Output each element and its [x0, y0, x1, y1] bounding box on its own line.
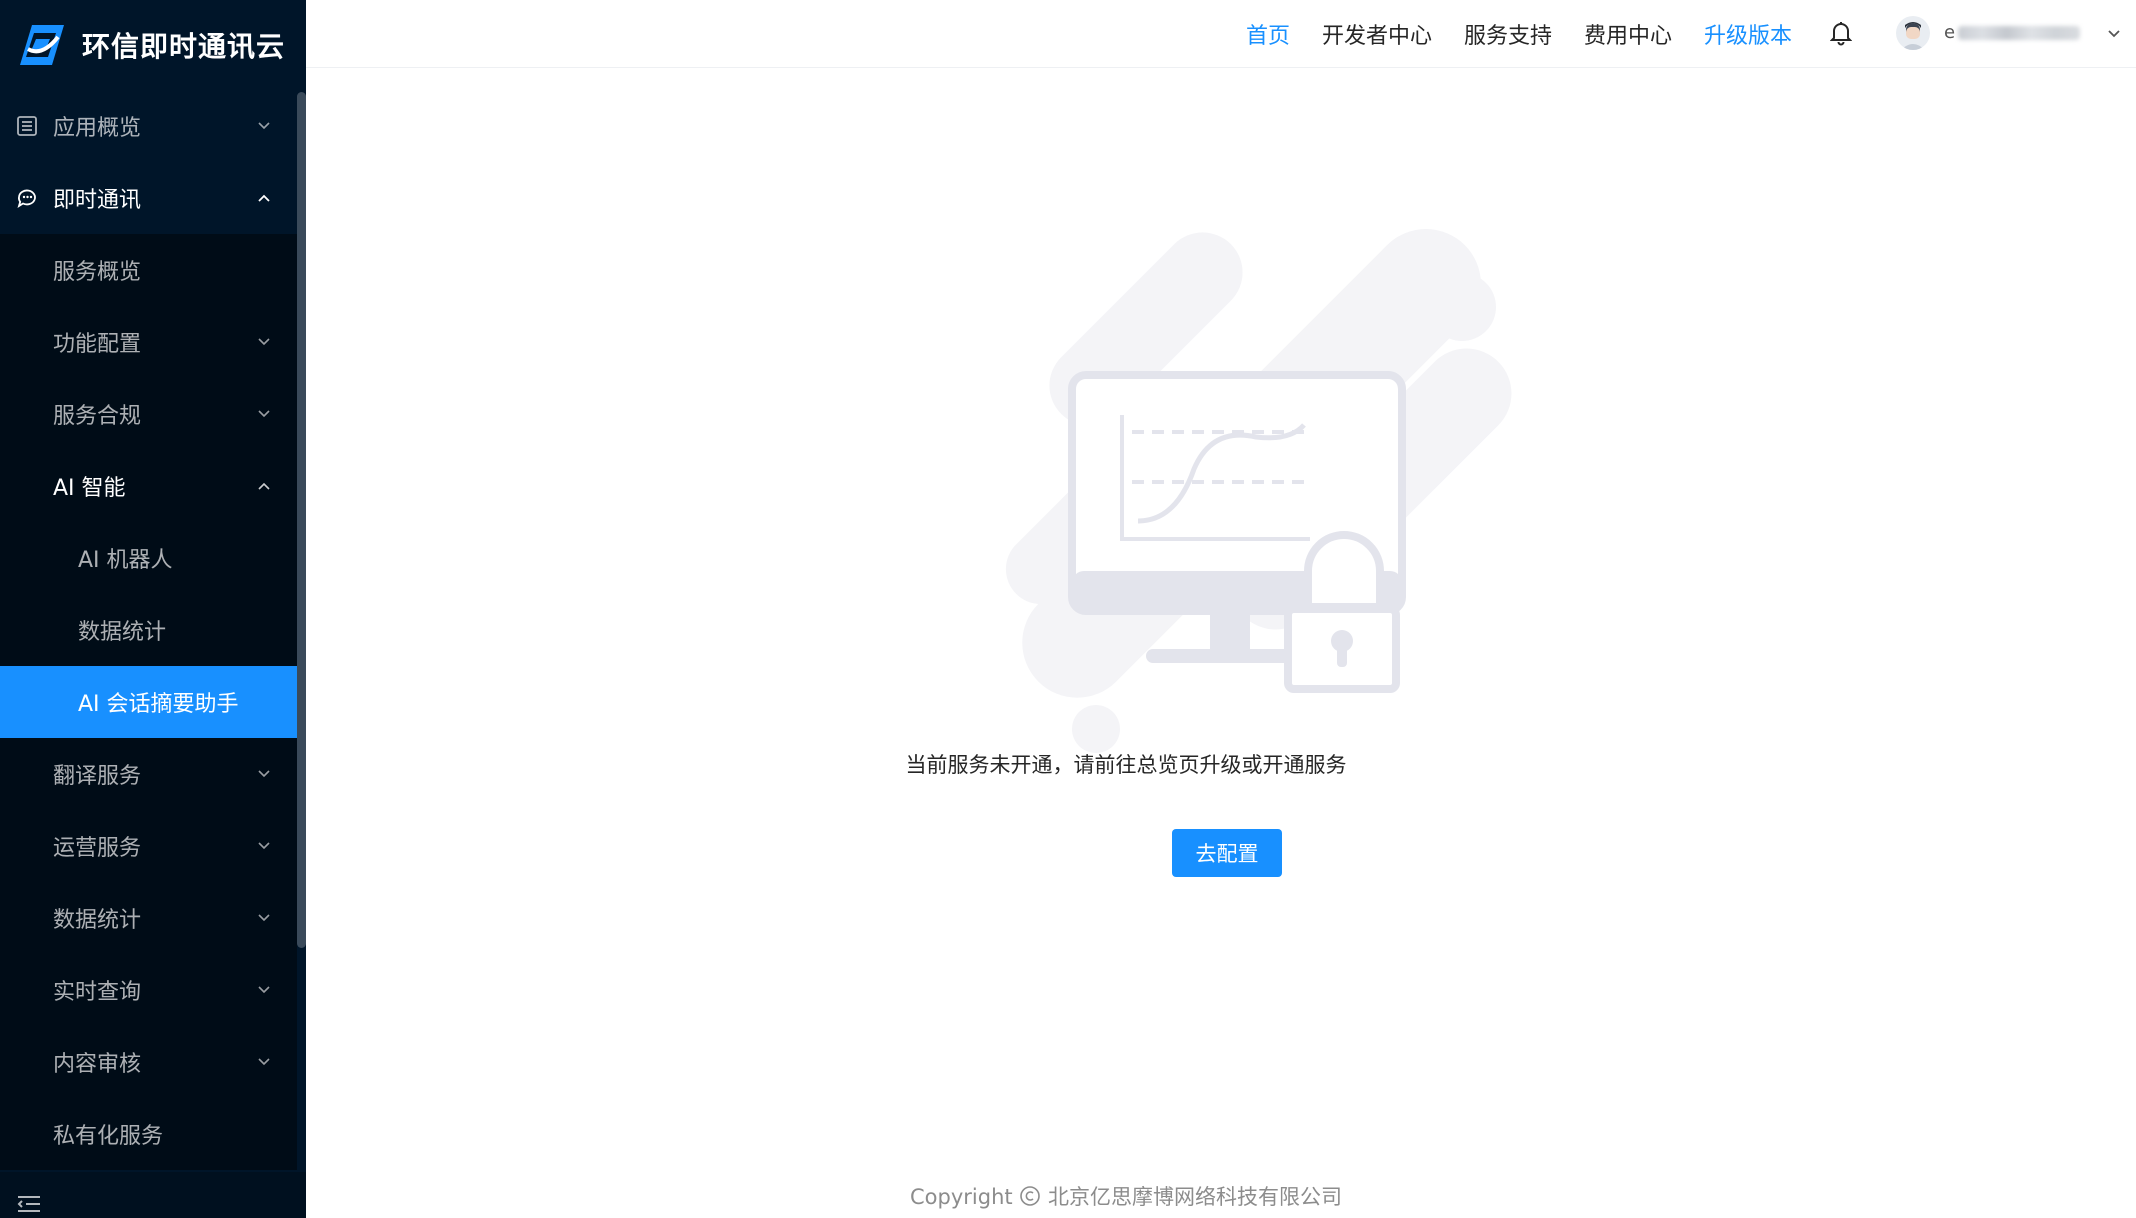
- copyright-label: Copyright: [910, 1185, 1013, 1209]
- sidebar-item-ai-summary-assistant[interactable]: AI 会话摘要助手: [0, 666, 297, 738]
- menu-fold-icon: [17, 1196, 40, 1212]
- sidebar-item-data-stats[interactable]: 数据统计: [0, 882, 297, 954]
- chevron-down-icon: [258, 338, 270, 346]
- sidebar-item-ai-stats[interactable]: 数据统计: [0, 594, 297, 666]
- main-content: 当前服务未开通，请前往总览页升级或开通服务 去配置 Copyright 北京亿思…: [306, 69, 2136, 1218]
- avatar[interactable]: [1896, 16, 1930, 50]
- chevron-down-icon: [258, 842, 270, 850]
- sidebar-item-service-overview[interactable]: 服务概览: [0, 234, 297, 306]
- brand-logo[interactable]: 环信即时通讯云: [0, 0, 306, 90]
- copyright-icon: [1020, 1186, 1041, 1206]
- sidebar-item-label: 数据统计: [78, 620, 167, 645]
- list-icon: [17, 116, 37, 136]
- sidebar-item-label: 数据统计: [53, 908, 142, 933]
- sidebar-item-label: 即时通讯: [53, 188, 142, 213]
- chevron-up-icon: [258, 482, 270, 490]
- brand-logo-icon: [20, 25, 64, 65]
- footer-copyright: Copyright 北京亿思摩博网络科技有限公司: [306, 1181, 1946, 1211]
- sidebar-item-feature-config[interactable]: 功能配置: [0, 306, 297, 378]
- nav-billing-center[interactable]: 费用中心: [1584, 18, 1672, 50]
- sidebar-item-app-overview[interactable]: 应用概览: [0, 90, 297, 162]
- bell-icon[interactable]: [1830, 20, 1852, 46]
- sidebar: 环信即时通讯云 应用概览 即时通讯 服务概览 功能配置 服务合规 AI 智能 A…: [0, 0, 306, 1218]
- sidebar-item-ai-bot[interactable]: AI 机器人: [0, 522, 297, 594]
- chevron-down-icon: [258, 986, 270, 994]
- chevron-down-icon[interactable]: [2106, 26, 2122, 42]
- service-not-enabled-message: 当前服务未开通，请前往总览页升级或开通服务: [905, 753, 1347, 777]
- sidebar-item-label: 服务概览: [53, 260, 142, 285]
- user-name-initial: e: [1944, 22, 1956, 43]
- company-name: 北京亿思摩博网络科技有限公司: [1048, 1185, 1342, 1209]
- nav-service-support[interactable]: 服务支持: [1464, 18, 1552, 50]
- chevron-down-icon: [258, 1058, 270, 1066]
- chevron-down-icon: [258, 122, 270, 130]
- user-name[interactable]: e: [1944, 22, 2094, 44]
- sidebar-item-label: AI 智能: [53, 476, 126, 501]
- chevron-down-icon: [258, 770, 270, 778]
- chat-icon: [17, 189, 36, 209]
- sidebar-item-label: 实时查询: [53, 980, 142, 1005]
- chevron-down-icon: [258, 914, 270, 922]
- sidebar-menu: 应用概览 即时通讯 服务概览 功能配置 服务合规 AI 智能 AI 机器人 数据…: [0, 90, 297, 1170]
- sidebar-item-label: 功能配置: [53, 332, 142, 357]
- sidebar-item-instant-messaging[interactable]: 即时通讯: [0, 162, 297, 234]
- top-header: 首页 开发者中心 服务支持 费用中心 升级版本 e: [306, 0, 2136, 68]
- sidebar-item-ai[interactable]: AI 智能: [0, 450, 297, 522]
- chevron-up-icon: [258, 194, 270, 202]
- sidebar-item-translation[interactable]: 翻译服务: [0, 738, 297, 810]
- sidebar-item-label: AI 会话摘要助手: [78, 692, 239, 717]
- nav-home[interactable]: 首页: [1246, 18, 1290, 50]
- sidebar-scrollbar[interactable]: [297, 92, 306, 948]
- locked-monitor-illustration: [1005, 229, 1512, 753]
- sidebar-item-realtime-query[interactable]: 实时查询: [0, 954, 297, 1026]
- sidebar-item-label: 应用概览: [53, 116, 142, 141]
- submenu-instant-messaging: 服务概览 功能配置 服务合规 AI 智能 AI 机器人 数据统计 AI 会话摘要…: [0, 234, 297, 1170]
- sidebar-item-content-review[interactable]: 内容审核: [0, 1026, 297, 1098]
- sidebar-item-service-compliance[interactable]: 服务合规: [0, 378, 297, 450]
- sidebar-collapse-bar[interactable]: [0, 1172, 306, 1218]
- go-config-button[interactable]: 去配置: [1172, 829, 1282, 877]
- user-avatar-icon: [1901, 22, 1925, 50]
- sidebar-item-operations[interactable]: 运营服务: [0, 810, 297, 882]
- sidebar-item-private-deploy[interactable]: 私有化服务: [0, 1098, 297, 1170]
- sidebar-item-label: 私有化服务: [53, 1124, 164, 1149]
- chevron-down-icon: [258, 410, 270, 418]
- user-name-blurred: [1958, 26, 2080, 40]
- sidebar-item-label: 服务合规: [53, 404, 142, 429]
- sidebar-item-label: 运营服务: [53, 836, 142, 861]
- sidebar-item-label: AI 机器人: [78, 548, 173, 573]
- nav-developer-center[interactable]: 开发者中心: [1322, 18, 1432, 50]
- brand-name: 环信即时通讯云: [82, 30, 286, 63]
- nav-upgrade[interactable]: 升级版本: [1704, 18, 1792, 50]
- sidebar-item-label: 内容审核: [53, 1052, 142, 1077]
- sidebar-item-label: 翻译服务: [53, 764, 142, 789]
